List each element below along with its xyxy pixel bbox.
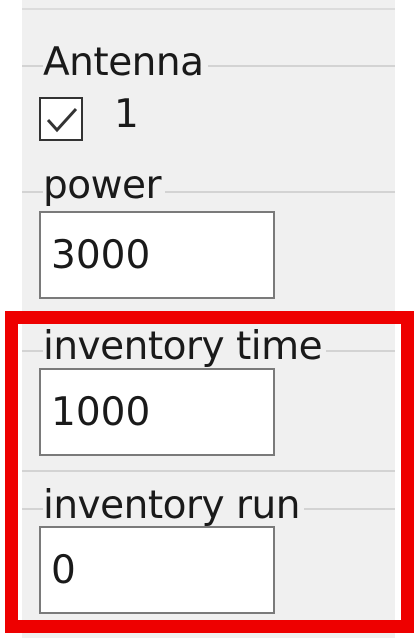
inventory-time-input[interactable] — [39, 368, 275, 456]
inventory-run-group-label: inventory run — [43, 484, 304, 528]
antenna-1-checkbox[interactable] — [39, 97, 83, 141]
power-input[interactable] — [39, 211, 275, 299]
antenna-1-label: 1 — [114, 92, 139, 137]
divider — [22, 8, 395, 10]
antenna-group-label: Antenna — [43, 41, 208, 85]
checkmark-icon — [46, 107, 78, 133]
inventory-time-group-label: inventory time — [43, 325, 327, 369]
power-group-label: power — [43, 164, 166, 208]
inventory-run-input[interactable] — [39, 526, 275, 614]
inventory-run-group-border — [22, 470, 395, 472]
